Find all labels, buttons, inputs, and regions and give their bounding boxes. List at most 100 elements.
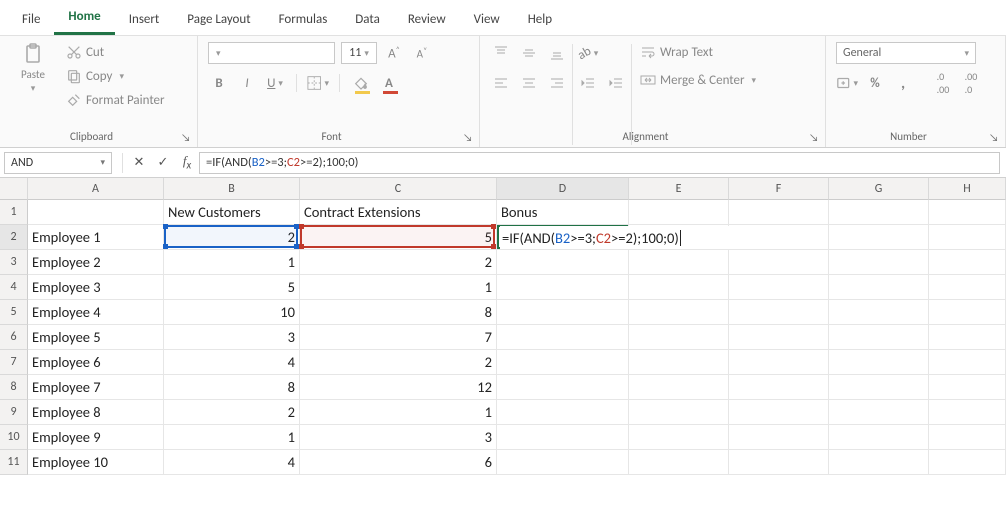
row-header-4[interactable]: 4	[0, 275, 28, 300]
cell-b11[interactable]: 4	[164, 450, 300, 475]
cell-a10[interactable]: Employee 9	[28, 425, 164, 450]
shrink-font-button[interactable]: A˅	[411, 42, 433, 64]
cell-e10[interactable]	[629, 425, 729, 450]
cell-g10[interactable]	[829, 425, 929, 450]
comma-button[interactable]: ,	[892, 72, 914, 94]
cell-e1[interactable]	[629, 200, 729, 225]
cell-edit-overlay[interactable]: =IF(AND(B2>=3;C2>=2);100;0)	[500, 226, 760, 249]
align-bottom-button[interactable]	[546, 42, 568, 64]
align-left-button[interactable]	[490, 72, 512, 94]
bold-button[interactable]: B	[208, 72, 230, 94]
cell-b10[interactable]: 1	[164, 425, 300, 450]
cell-f4[interactable]	[729, 275, 829, 300]
cell-c4[interactable]: 1	[300, 275, 497, 300]
cell-f8[interactable]	[729, 375, 829, 400]
merge-center-button[interactable]: Merge & Center	[636, 70, 760, 90]
borders-button[interactable]	[307, 72, 329, 94]
col-header-h[interactable]: H	[929, 178, 1006, 200]
cell-a5[interactable]: Employee 4	[28, 300, 164, 325]
number-format-select[interactable]: General ▾	[836, 42, 976, 64]
cell-e7[interactable]	[629, 350, 729, 375]
tab-help[interactable]: Help	[514, 4, 566, 35]
row-header-5[interactable]: 5	[0, 300, 28, 325]
cell-c1[interactable]: Contract Extensions	[300, 200, 497, 225]
underline-button[interactable]: U	[264, 72, 286, 94]
row-header-2[interactable]: 2	[0, 225, 28, 250]
paste-button[interactable]: Paste ▾	[10, 42, 56, 94]
cell-g11[interactable]	[829, 450, 929, 475]
cell-h10[interactable]	[929, 425, 1006, 450]
cell-g1[interactable]	[829, 200, 929, 225]
decrease-indent-button[interactable]	[577, 72, 599, 94]
cell-g3[interactable]	[829, 250, 929, 275]
cell-g9[interactable]	[829, 400, 929, 425]
cell-d1[interactable]: Bonus	[497, 200, 629, 225]
cell-d7[interactable]	[497, 350, 629, 375]
row-header-6[interactable]: 6	[0, 325, 28, 350]
enter-formula-button[interactable]: ✓	[151, 152, 175, 174]
increase-indent-button[interactable]	[605, 72, 627, 94]
tab-view[interactable]: View	[460, 4, 514, 35]
cell-a1[interactable]	[28, 200, 164, 225]
tab-insert[interactable]: Insert	[115, 4, 174, 35]
cell-c3[interactable]: 2	[300, 250, 497, 275]
row-header-3[interactable]: 3	[0, 250, 28, 275]
row-header-7[interactable]: 7	[0, 350, 28, 375]
formula-input[interactable]: =IF(AND(B2>=3;C2>=2);100;0)	[199, 152, 1000, 174]
cell-c5[interactable]: 8	[300, 300, 497, 325]
cell-b5[interactable]: 10	[164, 300, 300, 325]
cell-a4[interactable]: Employee 3	[28, 275, 164, 300]
cell-d4[interactable]	[497, 275, 629, 300]
cell-b1[interactable]: New Customers	[164, 200, 300, 225]
cell-h3[interactable]	[929, 250, 1006, 275]
tab-home[interactable]: Home	[54, 1, 114, 35]
cell-c8[interactable]: 12	[300, 375, 497, 400]
cell-g5[interactable]	[829, 300, 929, 325]
cell-c7[interactable]: 2	[300, 350, 497, 375]
format-painter-button[interactable]: Format Painter	[62, 90, 169, 110]
number-launcher-icon[interactable]: ↘	[989, 131, 1001, 143]
insert-function-button[interactable]: fx	[175, 152, 199, 174]
percent-button[interactable]: %	[864, 72, 886, 94]
fill-color-button[interactable]	[350, 72, 372, 94]
row-header-8[interactable]: 8	[0, 375, 28, 400]
cell-d10[interactable]	[497, 425, 629, 450]
row-header-11[interactable]: 11	[0, 450, 28, 475]
accounting-format-button[interactable]	[836, 72, 858, 94]
cell-h1[interactable]	[929, 200, 1006, 225]
cell-b7[interactable]: 4	[164, 350, 300, 375]
alignment-launcher-icon[interactable]: ↘	[809, 131, 821, 143]
row-header-1[interactable]: 1	[0, 200, 28, 225]
orientation-button[interactable]: ab	[577, 42, 599, 64]
cell-b3[interactable]: 1	[164, 250, 300, 275]
align-center-button[interactable]	[518, 72, 540, 94]
tab-file[interactable]: File	[8, 4, 54, 35]
cell-c6[interactable]: 7	[300, 325, 497, 350]
cell-g7[interactable]	[829, 350, 929, 375]
tab-review[interactable]: Review	[394, 4, 460, 35]
col-header-e[interactable]: E	[629, 178, 729, 200]
tab-data[interactable]: Data	[341, 4, 394, 35]
col-header-b[interactable]: B	[164, 178, 300, 200]
cell-h5[interactable]	[929, 300, 1006, 325]
select-all-button[interactable]	[0, 178, 28, 200]
cell-a6[interactable]: Employee 5	[28, 325, 164, 350]
cell-c2[interactable]: 5	[300, 225, 497, 250]
cell-f6[interactable]	[729, 325, 829, 350]
decrease-decimal-button[interactable]: .00.0	[960, 72, 982, 94]
cell-f3[interactable]	[729, 250, 829, 275]
cell-b2[interactable]: 2	[164, 225, 300, 250]
cell-e6[interactable]	[629, 325, 729, 350]
cell-h8[interactable]	[929, 375, 1006, 400]
row-header-9[interactable]: 9	[0, 400, 28, 425]
cell-c10[interactable]: 3	[300, 425, 497, 450]
font-color-button[interactable]: A	[378, 72, 400, 94]
cell-g2[interactable]	[829, 225, 929, 250]
cell-d3[interactable]	[497, 250, 629, 275]
cell-h2[interactable]	[929, 225, 1006, 250]
name-box[interactable]: AND ▾	[4, 152, 112, 174]
col-header-a[interactable]: A	[28, 178, 164, 200]
font-name-select[interactable]	[208, 42, 335, 64]
cell-d6[interactable]	[497, 325, 629, 350]
cut-button[interactable]: Cut	[62, 42, 169, 62]
